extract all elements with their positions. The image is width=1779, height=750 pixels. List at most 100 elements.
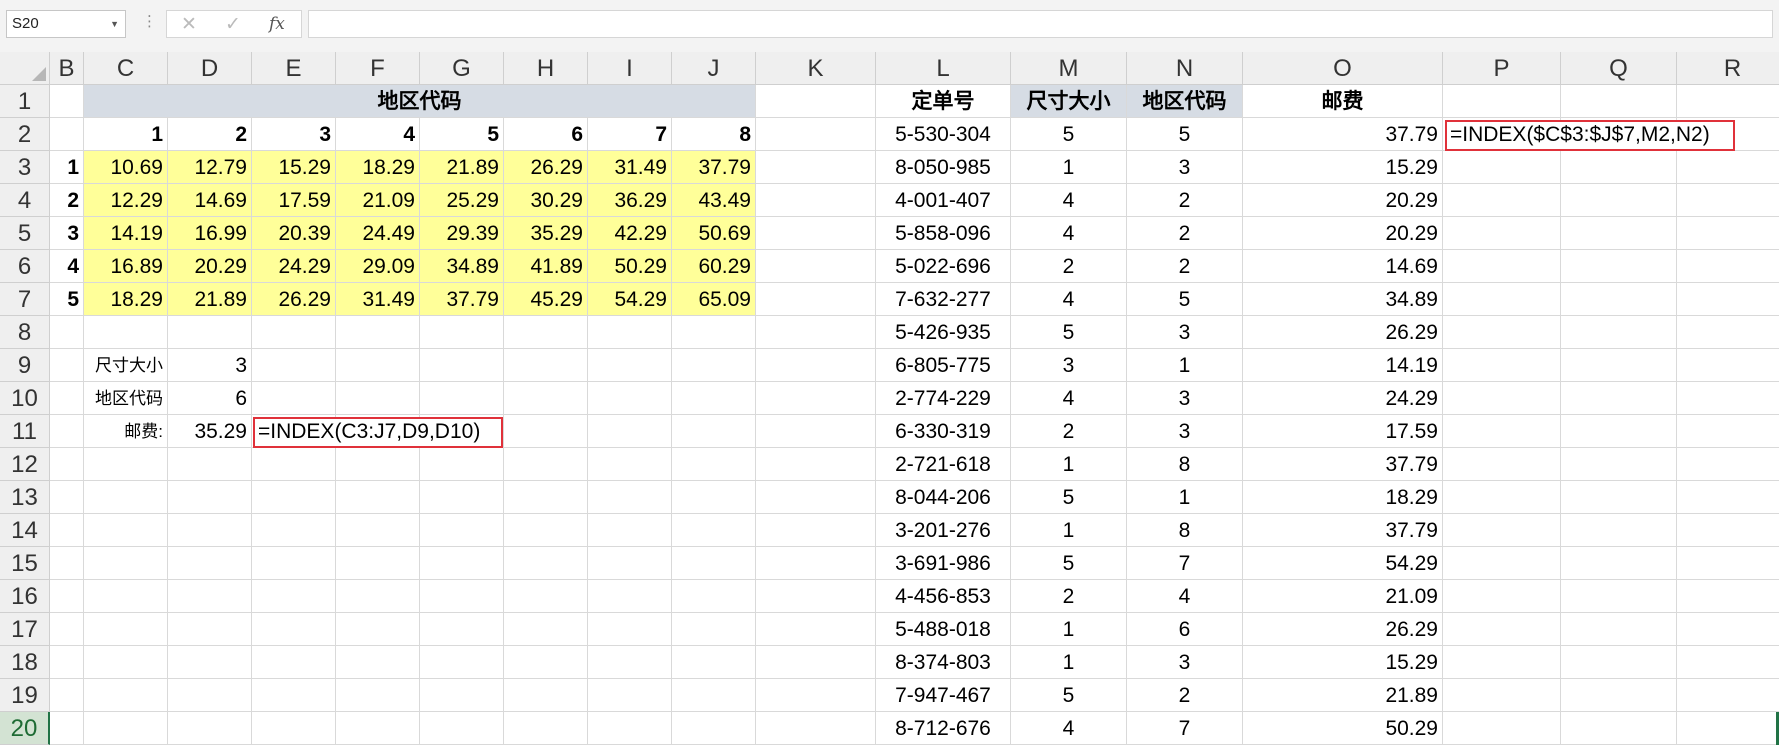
cell[interactable] bbox=[1443, 646, 1561, 679]
rate-cell[interactable]: 29.09 bbox=[336, 250, 420, 283]
cell[interactable] bbox=[1561, 547, 1677, 580]
cell[interactable] bbox=[756, 250, 876, 283]
cell[interactable] bbox=[588, 646, 672, 679]
cell[interactable] bbox=[50, 118, 84, 151]
size-cell[interactable]: 2 bbox=[1011, 415, 1127, 448]
cell[interactable] bbox=[252, 481, 336, 514]
cell[interactable] bbox=[1561, 712, 1677, 745]
cell[interactable] bbox=[336, 646, 420, 679]
cell[interactable] bbox=[588, 448, 672, 481]
cell[interactable] bbox=[588, 514, 672, 547]
cancel-icon[interactable]: ✕ bbox=[181, 13, 197, 35]
region-cell[interactable]: 3 bbox=[1127, 646, 1243, 679]
rate-cell[interactable]: 34.89 bbox=[420, 250, 504, 283]
cell[interactable] bbox=[1443, 283, 1561, 316]
cell[interactable] bbox=[504, 679, 588, 712]
row-header-16[interactable]: 16 bbox=[0, 580, 50, 613]
column-header-n[interactable]: N bbox=[1127, 52, 1243, 85]
cell[interactable] bbox=[252, 349, 336, 382]
row-header-15[interactable]: 15 bbox=[0, 547, 50, 580]
postage-cell[interactable]: 14.69 bbox=[1243, 250, 1443, 283]
cell[interactable] bbox=[756, 283, 876, 316]
row-header-2[interactable]: 2 bbox=[0, 118, 50, 151]
cell[interactable] bbox=[1677, 184, 1779, 217]
postage-cell[interactable]: 17.59 bbox=[1243, 415, 1443, 448]
cell[interactable] bbox=[756, 151, 876, 184]
cell[interactable] bbox=[50, 382, 84, 415]
size-cell[interactable]: 3 bbox=[1011, 349, 1127, 382]
order-number-cell[interactable]: 3-691-986 bbox=[876, 547, 1011, 580]
spreadsheet-grid[interactable]: B C D E F G H I J K L M N O P Q R 1 2 3 4 5 6 7 8 9 10 11 12 13 14 15 16… bbox=[0, 52, 1779, 750]
cell[interactable] bbox=[1561, 250, 1677, 283]
rate-cell[interactable]: 50.69 bbox=[672, 217, 756, 250]
cell[interactable] bbox=[588, 613, 672, 646]
size-label[interactable]: 尺寸大小 bbox=[84, 349, 168, 382]
region-cell[interactable]: 8 bbox=[1127, 514, 1243, 547]
rate-cell[interactable]: 60.29 bbox=[672, 250, 756, 283]
order-number-cell[interactable]: 2-721-618 bbox=[876, 448, 1011, 481]
rate-cell[interactable]: 20.39 bbox=[252, 217, 336, 250]
region-code-header[interactable]: 7 bbox=[588, 118, 672, 151]
cell[interactable] bbox=[504, 382, 588, 415]
cell[interactable] bbox=[50, 547, 84, 580]
cell[interactable] bbox=[168, 316, 252, 349]
postage-cell[interactable]: 20.29 bbox=[1243, 184, 1443, 217]
rate-cell[interactable]: 24.29 bbox=[252, 250, 336, 283]
rate-cell[interactable]: 21.89 bbox=[420, 151, 504, 184]
cell[interactable] bbox=[420, 481, 504, 514]
postage-cell[interactable]: 15.29 bbox=[1243, 646, 1443, 679]
postage-cell[interactable]: 15.29 bbox=[1243, 151, 1443, 184]
region-cell[interactable]: 2 bbox=[1127, 679, 1243, 712]
cell[interactable] bbox=[1443, 415, 1561, 448]
column-header-p[interactable]: P bbox=[1443, 52, 1561, 85]
cell[interactable] bbox=[1443, 250, 1561, 283]
cell[interactable] bbox=[252, 448, 336, 481]
cell[interactable] bbox=[1561, 184, 1677, 217]
region-cell[interactable]: 7 bbox=[1127, 712, 1243, 745]
cell[interactable] bbox=[84, 316, 168, 349]
cell[interactable] bbox=[1677, 283, 1779, 316]
cell[interactable] bbox=[756, 712, 876, 745]
cell[interactable] bbox=[336, 580, 420, 613]
postage-cell[interactable]: 26.29 bbox=[1243, 316, 1443, 349]
size-code-header[interactable]: 1 bbox=[50, 151, 84, 184]
cell[interactable] bbox=[672, 415, 756, 448]
cell[interactable] bbox=[336, 349, 420, 382]
cell[interactable] bbox=[588, 712, 672, 745]
cell[interactable] bbox=[756, 481, 876, 514]
cell[interactable] bbox=[1443, 349, 1561, 382]
cell[interactable] bbox=[504, 580, 588, 613]
cell[interactable] bbox=[504, 349, 588, 382]
cell[interactable] bbox=[1561, 481, 1677, 514]
cell[interactable] bbox=[1561, 580, 1677, 613]
rate-cell[interactable]: 18.29 bbox=[84, 283, 168, 316]
order-number-cell[interactable]: 6-330-319 bbox=[876, 415, 1011, 448]
size-cell[interactable]: 2 bbox=[1011, 580, 1127, 613]
cell[interactable] bbox=[252, 679, 336, 712]
cell[interactable] bbox=[1677, 85, 1779, 118]
cell[interactable] bbox=[336, 679, 420, 712]
cell[interactable] bbox=[336, 316, 420, 349]
enter-icon[interactable]: ✓ bbox=[225, 13, 241, 35]
cell[interactable] bbox=[756, 316, 876, 349]
cell[interactable] bbox=[168, 448, 252, 481]
cell[interactable] bbox=[1443, 580, 1561, 613]
cell[interactable] bbox=[1677, 712, 1779, 745]
cell[interactable] bbox=[588, 679, 672, 712]
size-cell[interactable]: 5 bbox=[1011, 547, 1127, 580]
cell[interactable] bbox=[756, 415, 876, 448]
region-cell[interactable]: 6 bbox=[1127, 613, 1243, 646]
region-value-cell[interactable]: 6 bbox=[168, 382, 252, 415]
cell[interactable] bbox=[1677, 547, 1779, 580]
order-table-header[interactable]: 地区代码 bbox=[1127, 85, 1243, 118]
rate-cell[interactable]: 21.89 bbox=[168, 283, 252, 316]
cell[interactable] bbox=[672, 448, 756, 481]
rate-cell[interactable]: 36.29 bbox=[588, 184, 672, 217]
cell[interactable] bbox=[252, 646, 336, 679]
cell[interactable] bbox=[1561, 448, 1677, 481]
cell[interactable] bbox=[1443, 481, 1561, 514]
row-header-20[interactable]: 20 bbox=[0, 712, 50, 745]
size-cell[interactable]: 4 bbox=[1011, 382, 1127, 415]
order-number-cell[interactable]: 5-426-935 bbox=[876, 316, 1011, 349]
cell[interactable] bbox=[504, 316, 588, 349]
